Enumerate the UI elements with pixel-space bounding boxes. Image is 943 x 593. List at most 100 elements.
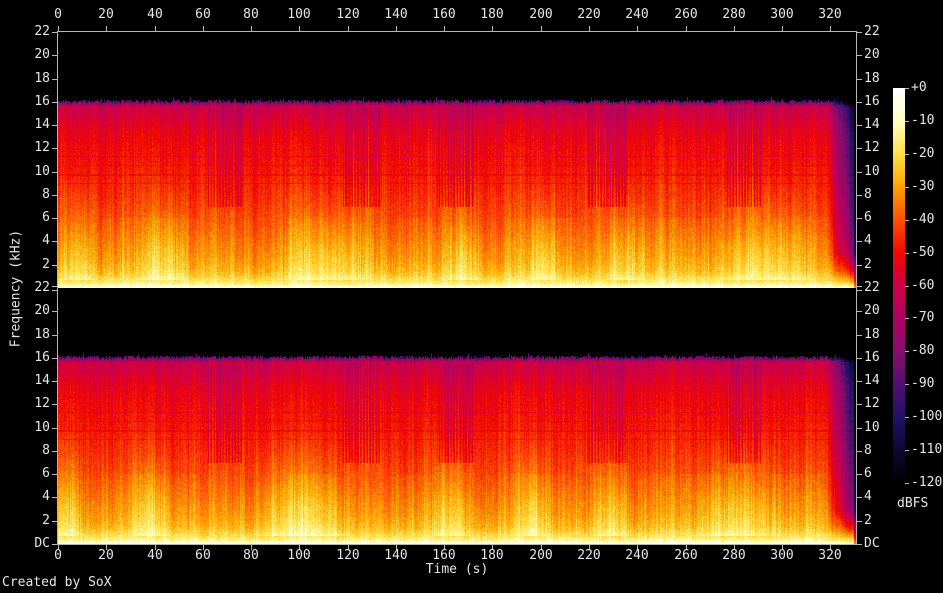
freq-tick-right <box>857 381 862 382</box>
freq-tick-right <box>857 497 862 498</box>
x-tick-label-bottom: 120 <box>336 548 360 563</box>
x-tick-top <box>106 26 107 31</box>
freq-tick-label-left: 16 <box>34 350 50 365</box>
x-tick-label-top: 200 <box>529 7 553 22</box>
x-tick-label-top: 160 <box>432 7 456 22</box>
plot-border-bottom <box>57 544 857 545</box>
freq-tick-label-right: 18 <box>864 71 880 86</box>
x-tick-label-bottom: 240 <box>625 548 649 563</box>
freq-tick-label-left: 8 <box>42 443 50 458</box>
freq-tick-label-left: 20 <box>34 47 50 62</box>
freq-tick-label-left: 4 <box>42 489 50 504</box>
freq-tick-left <box>52 125 57 126</box>
colorbar-tick-label: -10 <box>911 113 935 128</box>
x-tick-label-top: 60 <box>195 7 211 22</box>
colorbar-tick-label: -90 <box>911 376 935 391</box>
freq-tick-right <box>857 32 862 33</box>
freq-tick-label-left: 2 <box>42 513 50 528</box>
x-tick-top <box>58 26 59 31</box>
x-tick-top <box>589 26 590 31</box>
colorbar-tick <box>905 187 909 188</box>
freq-tick-left <box>52 148 57 149</box>
x-tick-label-top: 0 <box>54 7 62 22</box>
freq-tick-label-right: DC <box>864 536 880 551</box>
freq-tick-right <box>857 148 862 149</box>
x-tick-label-bottom: 140 <box>384 548 408 563</box>
freq-tick-label-left: DC <box>34 536 50 551</box>
colorbar-tick-label: -50 <box>911 245 935 260</box>
colorbar-tick-label: -100 <box>911 409 943 424</box>
freq-tick-left <box>52 102 57 103</box>
freq-tick-label-left: 14 <box>34 117 50 132</box>
colorbar-tick <box>905 318 909 319</box>
freq-tick-left <box>52 404 57 405</box>
freq-tick-left <box>52 241 57 242</box>
x-tick-top <box>830 26 831 31</box>
x-tick-label-top: 240 <box>625 7 649 22</box>
x-tick-label-bottom: 300 <box>770 548 794 563</box>
freq-tick-left <box>52 79 57 80</box>
colorbar-tick <box>905 417 909 418</box>
x-tick-label-top: 40 <box>147 7 163 22</box>
freq-tick-right <box>857 474 862 475</box>
freq-tick-right <box>857 218 862 219</box>
x-tick-label-top: 280 <box>722 7 746 22</box>
x-tick-label-top: 140 <box>384 7 408 22</box>
freq-tick-left <box>52 544 57 545</box>
freq-tick-label-left: 6 <box>42 466 50 481</box>
freq-tick-right <box>857 286 862 287</box>
y-axis-title: Frequency (kHz) <box>8 229 24 348</box>
x-tick-top <box>299 26 300 31</box>
freq-tick-right <box>857 358 862 359</box>
freq-tick-right <box>857 428 862 429</box>
colorbar-tick <box>905 220 909 221</box>
freq-tick-label-left: 2 <box>42 257 50 272</box>
sox-credit: Created by SoX <box>2 575 112 590</box>
x-tick-label-top: 180 <box>480 7 504 22</box>
x-tick-label-bottom: 160 <box>432 548 456 563</box>
freq-tick-left <box>52 311 57 312</box>
x-tick-top <box>251 26 252 31</box>
x-tick-top <box>686 26 687 31</box>
x-tick-label-top: 320 <box>818 7 842 22</box>
x-tick-top <box>734 26 735 31</box>
freq-tick-right <box>857 311 862 312</box>
x-tick-label-bottom: 260 <box>674 548 698 563</box>
freq-tick-left <box>52 55 57 56</box>
x-tick-top <box>782 26 783 31</box>
x-tick-label-bottom: 0 <box>54 548 62 563</box>
freq-tick-left <box>52 265 57 266</box>
freq-tick-left <box>52 290 57 291</box>
x-tick-label-top: 20 <box>98 7 114 22</box>
x-tick-top <box>541 26 542 31</box>
freq-tick-label-left: 18 <box>34 71 50 86</box>
freq-tick-right <box>857 195 862 196</box>
colorbar-tick <box>905 88 909 89</box>
freq-tick-label-left: 22 <box>34 24 50 39</box>
colorbar-tick <box>905 384 909 385</box>
freq-tick-label-right: 2 <box>864 513 872 528</box>
freq-tick-label-left: 4 <box>42 233 50 248</box>
colorbar-tick-label: -80 <box>911 343 935 358</box>
freq-tick-right <box>857 79 862 80</box>
x-tick-label-top: 260 <box>674 7 698 22</box>
freq-tick-left <box>52 218 57 219</box>
x-tick-label-bottom: 200 <box>529 548 553 563</box>
x-tick-label-top: 220 <box>577 7 601 22</box>
freq-tick-right <box>857 265 862 266</box>
colorbar-tick-label: -60 <box>911 278 935 293</box>
x-tick-top <box>637 26 638 31</box>
x-tick-top <box>444 26 445 31</box>
freq-tick-left <box>52 381 57 382</box>
freq-tick-left <box>52 497 57 498</box>
sox-spectrogram-window: 0 0 20 20 40 40 60 60 80 80 100 100 120 120 140 140 160 1… <box>0 0 943 593</box>
freq-tick-label-left: 8 <box>42 187 50 202</box>
freq-tick-label-left: 16 <box>34 94 50 109</box>
colorbar-tick <box>905 253 909 254</box>
freq-tick-left <box>52 428 57 429</box>
colorbar-tick-label: -70 <box>911 310 935 325</box>
x-tick-label-bottom: 220 <box>577 548 601 563</box>
x-tick-label-bottom: 40 <box>147 548 163 563</box>
colorbar-tick-label: +0 <box>911 80 927 95</box>
freq-tick-left <box>52 32 57 33</box>
